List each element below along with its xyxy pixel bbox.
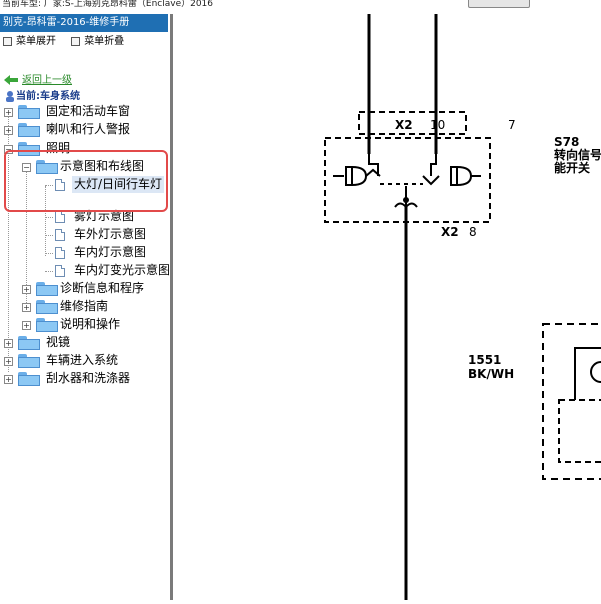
folder-icon [36, 318, 58, 332]
pin-right-label: 7 [508, 118, 516, 132]
tree-item-description[interactable]: + 说明和操作 [0, 316, 170, 333]
tree-guide [45, 253, 53, 254]
tree-item-label: 诊断信息和程序 [60, 281, 145, 295]
expand-toggle-icon[interactable]: + [4, 126, 13, 135]
tree-item-label: 维修指南 [60, 299, 109, 313]
annotation-highlight-box [4, 150, 168, 212]
folder-icon [18, 123, 40, 137]
expand-toggle-icon[interactable]: + [4, 357, 13, 366]
lamp-symbol-left [333, 166, 381, 186]
tree-item-vehicle-access[interactable]: + 车辆进入系统 [0, 352, 170, 369]
folder-icon [18, 372, 40, 386]
tree-item-label: 车辆进入系统 [46, 353, 119, 367]
tree-item-label: 喇叭和行人警报 [46, 122, 131, 136]
tree-item-label: 说明和操作 [60, 317, 121, 331]
tree-guide [45, 217, 53, 218]
tree-guide [45, 235, 53, 236]
wiring-diagram[interactable]: X2 10 7 X2 8 S78 转向信号 能开关 1551 BK/WH [173, 14, 601, 600]
top-button[interactable] [468, 0, 530, 8]
wire-circuit-number: 1551 [468, 353, 501, 367]
tree-item-label: 固定和活动车窗 [46, 104, 131, 118]
document-icon [55, 247, 65, 259]
document-icon [55, 229, 65, 241]
expand-toggle-icon[interactable]: + [22, 321, 31, 330]
window-title: 当前车型: 厂家:S-上海别克昂科雷（Enclave）2016 [2, 0, 214, 9]
component-name-line2: 能开关 [554, 160, 590, 175]
folder-icon [36, 300, 58, 314]
pin-top-label: 10 [430, 118, 445, 132]
tree-item-horn[interactable]: + 喇叭和行人警报 [0, 121, 170, 138]
expand-toggle-icon[interactable]: + [4, 375, 13, 384]
folder-icon [18, 336, 40, 350]
tree-item-label: 视镜 [46, 335, 71, 349]
tree-item-label: 车外灯示意图 [74, 227, 147, 241]
tree-item-fixed-windows[interactable]: + 固定和活动车窗 [0, 103, 170, 120]
sidebar: 别克-昂科雷-2016-维修手册 菜单展开 菜单折叠 返回上一级 当前:车身系统… [0, 14, 170, 600]
connector-top-label: X2 [395, 118, 413, 132]
document-icon [55, 265, 65, 277]
title-bar: 当前车型: 厂家:S-上海别克昂科雷（Enclave）2016 [0, 0, 601, 14]
tree-item-diagnostics[interactable]: + 诊断信息和程序 [0, 280, 170, 297]
wire-color-code: BK/WH [468, 367, 514, 381]
expand-toggle-icon[interactable]: + [4, 108, 13, 117]
tree-item-repair-guide[interactable]: + 维修指南 [0, 298, 170, 315]
tree-item-label: 车内灯变光示意图 [74, 263, 170, 277]
document-icon [55, 211, 65, 223]
tree-item-interior-dimming[interactable]: 车内灯变光示意图 [0, 262, 170, 279]
expand-toggle-icon[interactable]: + [22, 285, 31, 294]
connector-bottom-label: X2 [441, 225, 459, 239]
tree-item-label: 车内灯示意图 [74, 245, 147, 259]
pin-bottom-label: 8 [469, 225, 477, 239]
tree-item-interior-lights[interactable]: 车内灯示意图 [0, 244, 170, 261]
folder-icon [18, 354, 40, 368]
tree-item-wipers[interactable]: + 刮水器和洗涤器 [0, 370, 170, 387]
component-code: S78 [554, 135, 579, 149]
tree-item-exterior-lights[interactable]: 车外灯示意图 [0, 226, 170, 243]
tree-guide [45, 271, 53, 272]
folder-icon [18, 105, 40, 119]
tree-item-mirrors[interactable]: + 视镜 [0, 334, 170, 351]
category-tree: + 固定和活动车窗 + 喇叭和行人警报 − 照明 − 示意图和布线图 大灯/日间… [0, 14, 170, 600]
expand-toggle-icon[interactable]: + [4, 339, 13, 348]
tree-item-label: 刮水器和洗涤器 [46, 371, 131, 385]
expand-toggle-icon[interactable]: + [22, 303, 31, 312]
wiring-diagram-canvas: X2 10 7 X2 8 S78 转向信号 能开关 1551 BK/WH [324, 14, 601, 600]
folder-icon [36, 282, 58, 296]
component-name-line1: 转向信号 [554, 147, 601, 162]
